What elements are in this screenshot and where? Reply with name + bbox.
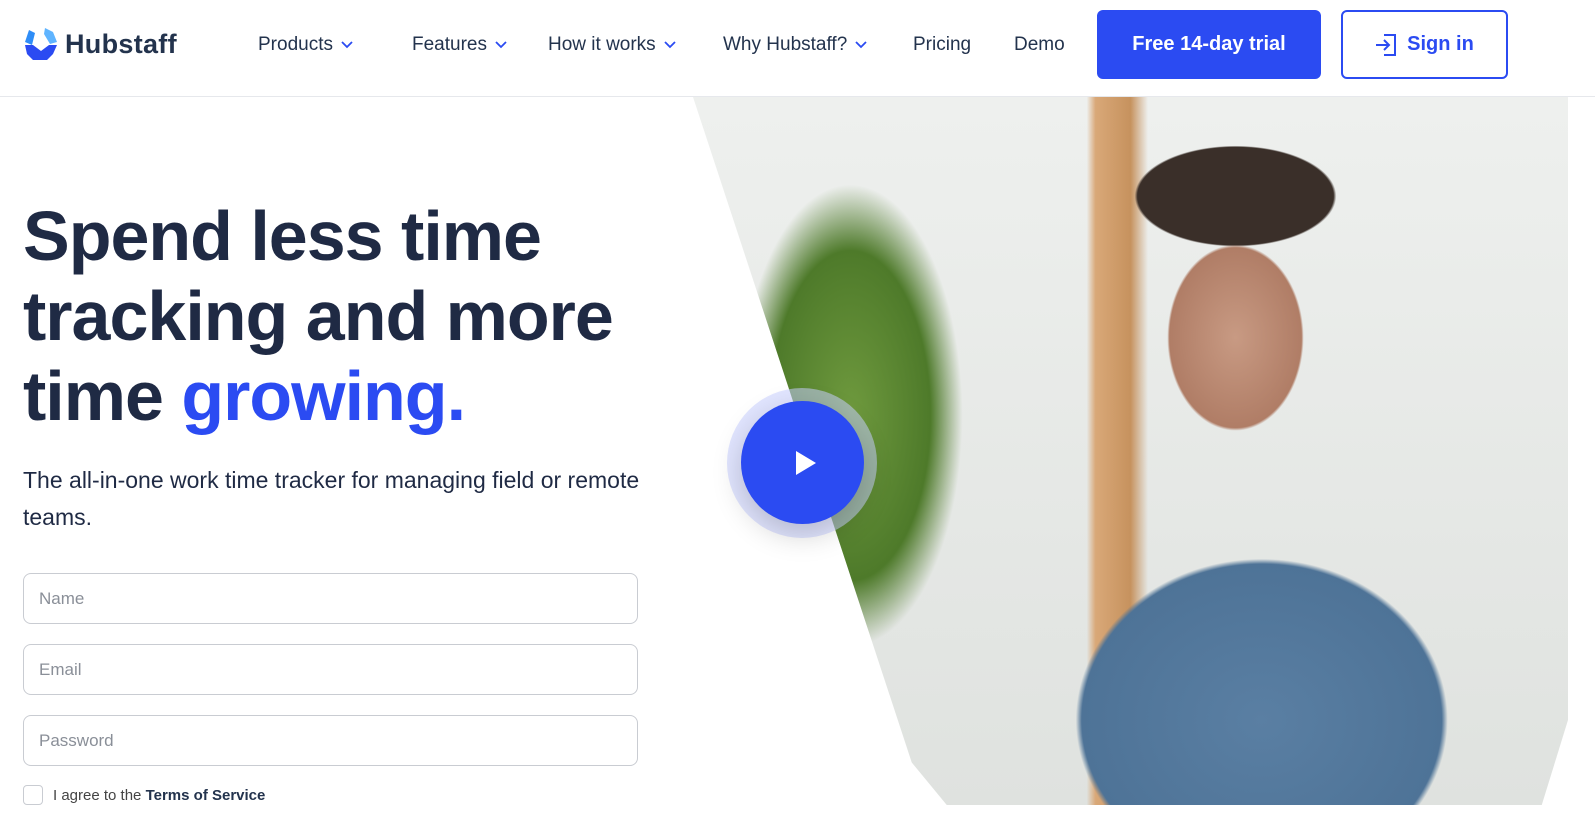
- title-line: Spend less time: [23, 197, 542, 275]
- button-label: Free 14-day trial: [1132, 33, 1286, 55]
- nav-label: How it works: [548, 34, 656, 55]
- nav-label: Features: [412, 34, 487, 55]
- agree-label: I agree to the: [53, 786, 146, 804]
- nav-label: Products: [258, 34, 333, 55]
- nav-demo[interactable]: Demo: [1014, 34, 1065, 56]
- play-icon: [795, 450, 816, 475]
- password-input[interactable]: [23, 715, 638, 766]
- free-trial-button[interactable]: Free 14-day trial: [1097, 10, 1321, 79]
- email-input[interactable]: [23, 644, 638, 695]
- title-accent: growing.: [181, 357, 466, 435]
- chevron-down-icon: [855, 41, 867, 49]
- nav-label: Demo: [1014, 34, 1065, 55]
- top-nav: Hubstaff Products Features How it works …: [0, 0, 1595, 97]
- play-video-button[interactable]: [741, 401, 864, 524]
- nav-label: Why Hubstaff?: [723, 34, 848, 55]
- nav-how-it-works[interactable]: How it works: [548, 34, 676, 56]
- chevron-down-icon: [341, 41, 353, 49]
- terms-link[interactable]: Terms of Service: [146, 787, 266, 804]
- nav-why-hubstaff[interactable]: Why Hubstaff?: [723, 34, 867, 56]
- title-line: time: [23, 357, 182, 435]
- terms-checkbox[interactable]: [23, 785, 43, 805]
- hero-title: Spend less time tracking and more time gro…: [23, 196, 703, 436]
- nav-label: Pricing: [913, 34, 972, 55]
- terms-agreement: I agree to the Terms of Service: [23, 785, 265, 805]
- nav-products[interactable]: Products: [258, 34, 353, 56]
- brand-name: Hubstaff: [65, 28, 177, 59]
- name-input[interactable]: [23, 573, 638, 624]
- sign-in-icon: [1376, 33, 1397, 56]
- sign-in-button[interactable]: Sign in: [1341, 10, 1508, 79]
- hubstaff-logo-icon: [25, 28, 57, 60]
- button-label: Sign in: [1407, 33, 1474, 55]
- logo[interactable]: Hubstaff: [23, 26, 177, 62]
- chevron-down-icon: [664, 41, 676, 49]
- agree-text: I agree to the Terms of Service: [53, 787, 265, 804]
- title-line: tracking and more: [23, 277, 614, 355]
- nav-features[interactable]: Features: [412, 34, 507, 56]
- chevron-down-icon: [495, 41, 507, 49]
- nav-pricing[interactable]: Pricing: [913, 34, 971, 56]
- hero-subtitle: The all-in-one work time tracker for man…: [23, 467, 640, 530]
